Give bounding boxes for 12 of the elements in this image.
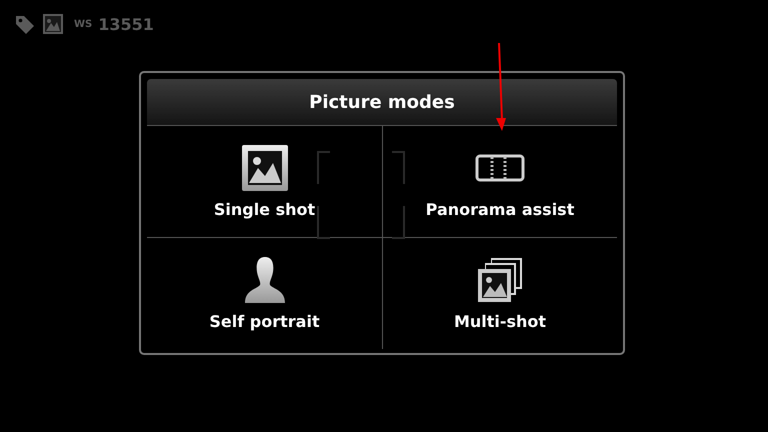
person-icon	[242, 256, 286, 304]
mode-button[interactable]: Self portrait	[147, 238, 382, 349]
image-icon	[240, 144, 288, 192]
image-stack-icon	[477, 256, 523, 304]
dialog-title: Picture modes	[147, 79, 617, 126]
shot-count: 13551	[98, 14, 154, 34]
tag-icon	[14, 13, 36, 35]
mode-button[interactable]: Single shot	[147, 126, 382, 238]
image-icon	[42, 13, 64, 35]
mode-button[interactable]: Multi-shot	[382, 238, 617, 349]
mode-button[interactable]: Panorama assist	[382, 126, 617, 238]
storage-label: WS	[74, 18, 92, 30]
